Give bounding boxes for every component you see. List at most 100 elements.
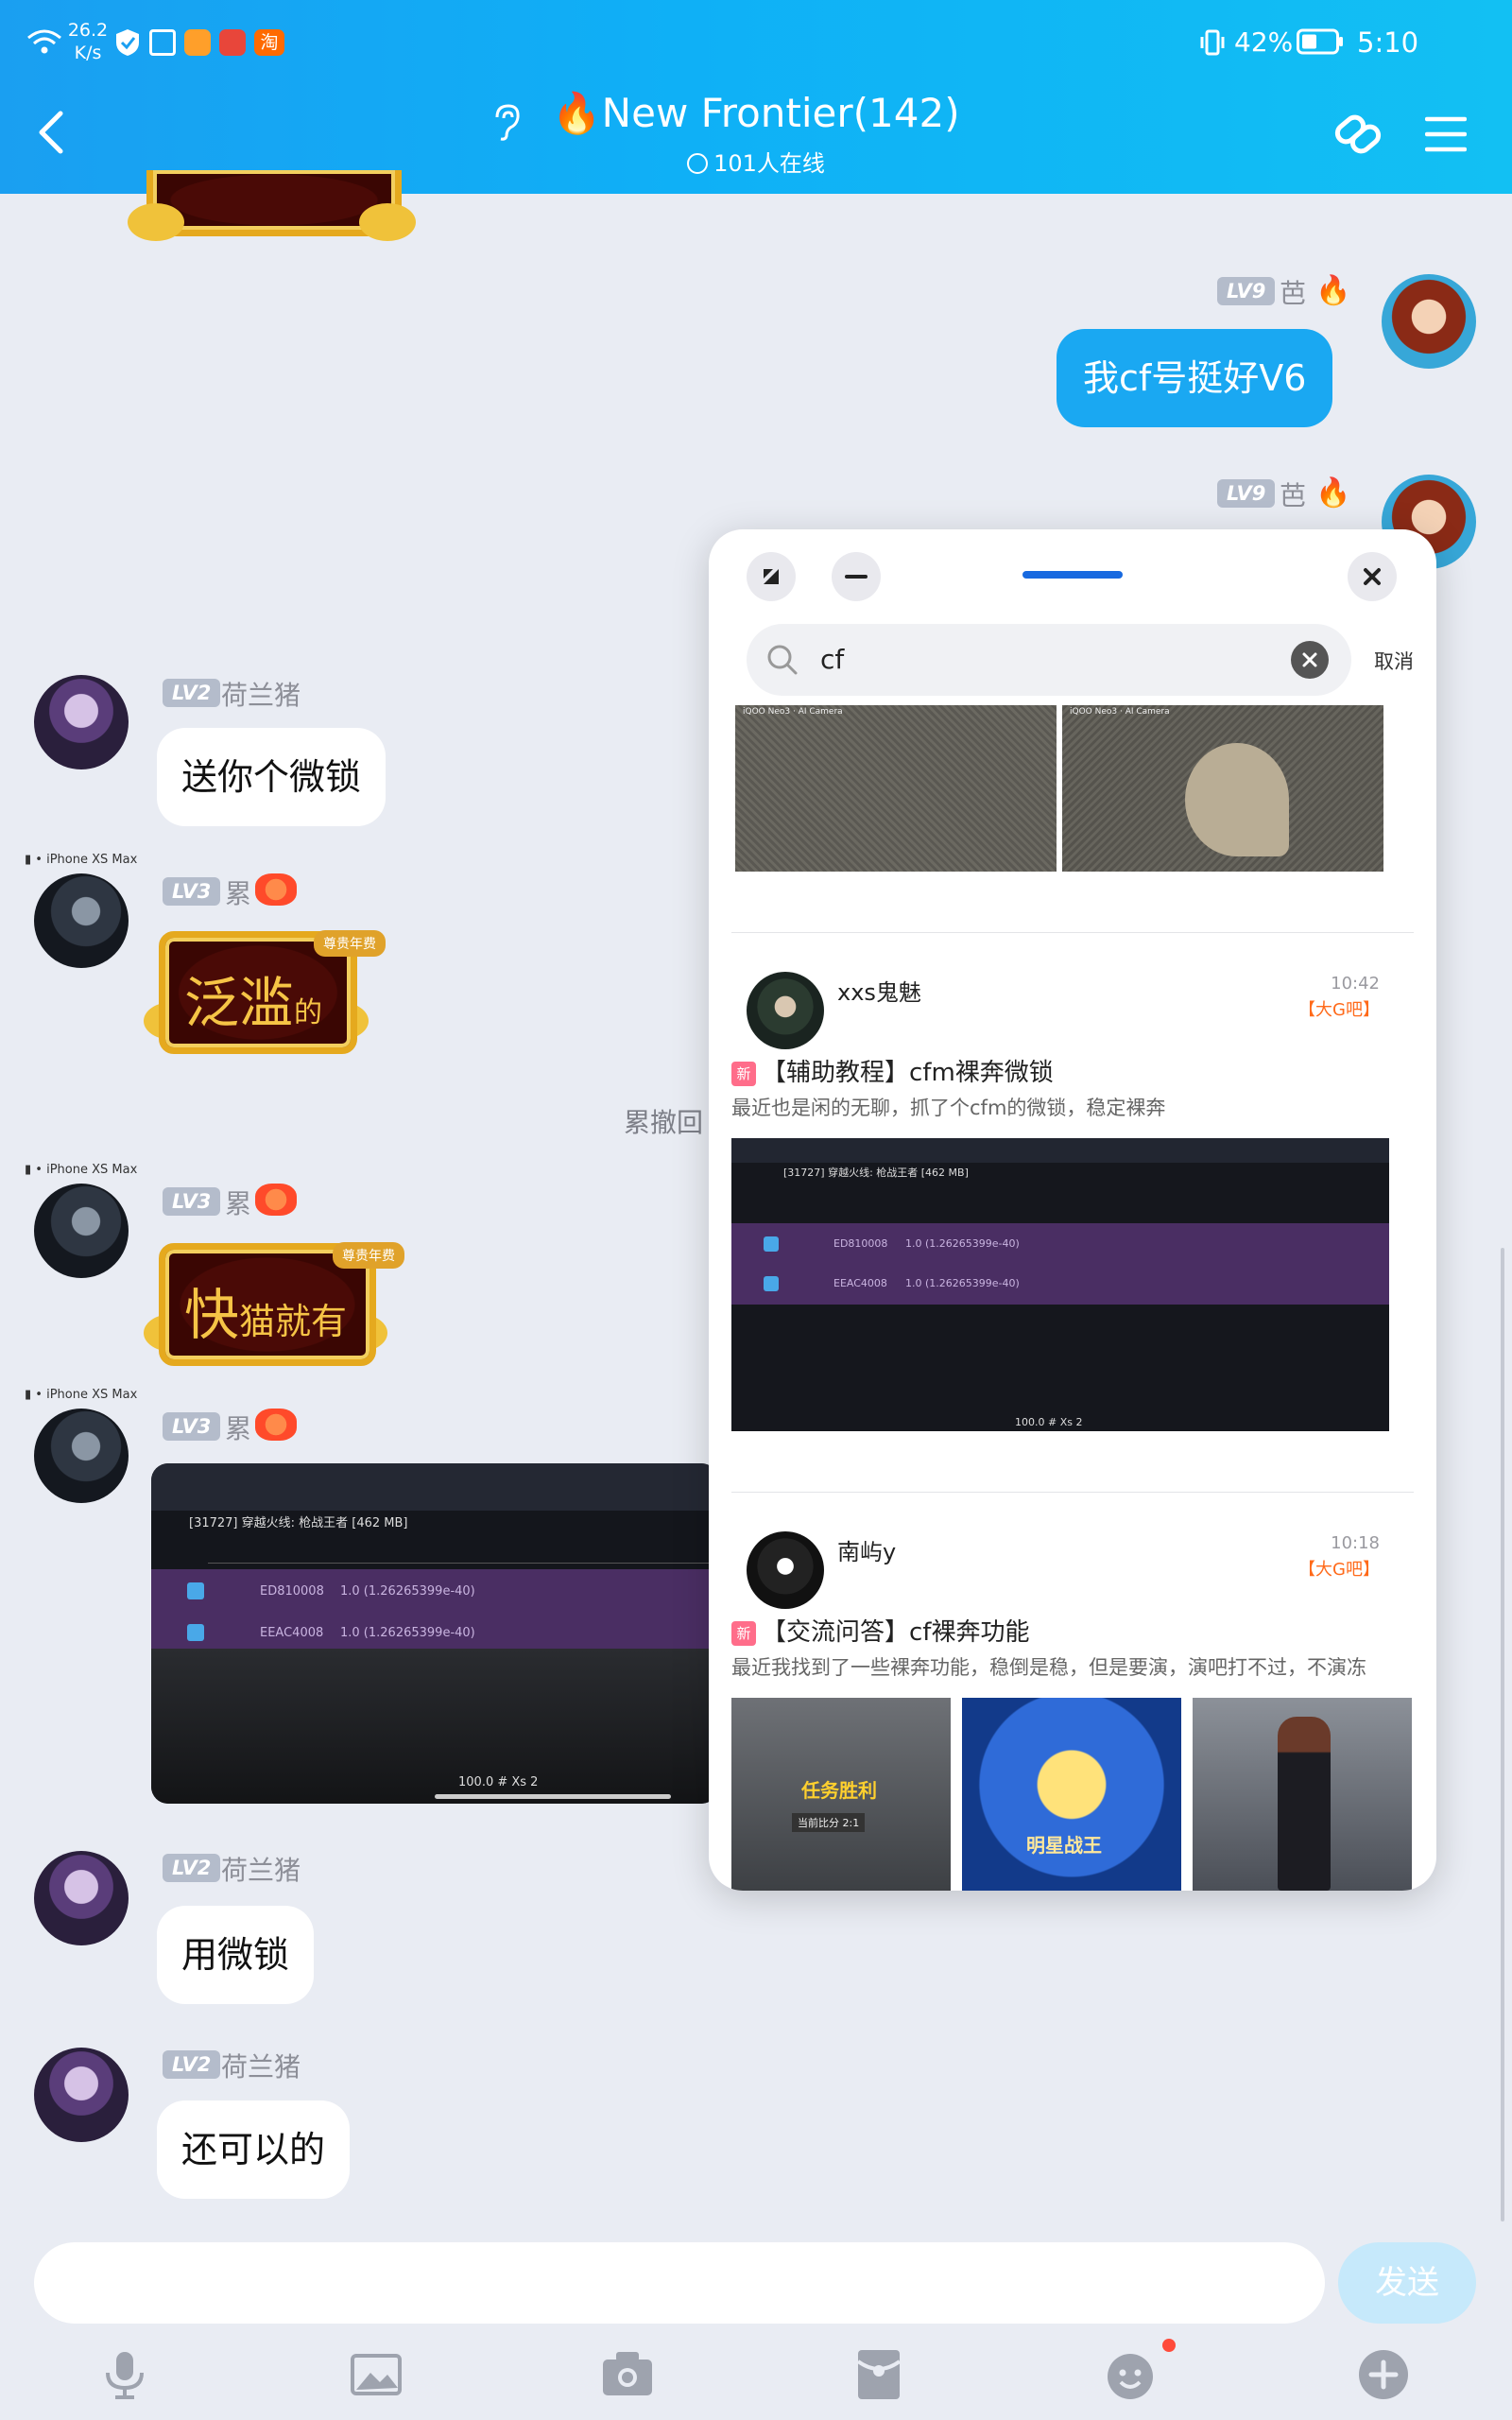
- message-input[interactable]: [34, 2242, 1325, 2324]
- network-speed: 26.2 K/s: [66, 19, 110, 64]
- device-name: iPhone XS Max: [46, 1163, 138, 1177]
- device-label: ▮ • iPhone XS Max: [25, 853, 138, 867]
- shot-toolbar: [151, 1463, 718, 1511]
- image-icon[interactable]: [348, 2346, 404, 2403]
- device-label: ▮ • iPhone XS Max: [25, 1163, 138, 1177]
- sticker-wing: [359, 203, 416, 241]
- avatar[interactable]: [34, 2048, 129, 2142]
- vip-badge-icon: [255, 873, 297, 906]
- avatar[interactable]: [34, 1851, 129, 1945]
- battery-percent: 42%: [1234, 26, 1294, 58]
- post-image[interactable]: 明星战王: [962, 1698, 1181, 1891]
- sender-name[interactable]: 芭: [1280, 475, 1306, 513]
- avatar[interactable]: [34, 1409, 129, 1503]
- checkbox-icon: [187, 1582, 204, 1599]
- new-badge: 新: [731, 1621, 756, 1646]
- post-time: 10:18: [1331, 1533, 1380, 1553]
- level-badge: LV9: [1217, 277, 1276, 305]
- post-forum-tag[interactable]: 【大G吧】: [1238, 1556, 1380, 1581]
- level-badge: LV9: [1217, 479, 1276, 508]
- gallery-icon: [149, 29, 176, 56]
- device-label: ▮ • iPhone XS Max: [25, 1388, 138, 1402]
- minimize-button[interactable]: [832, 552, 881, 601]
- shot-row: [731, 1223, 1389, 1305]
- vibrate-icon: [1198, 28, 1227, 57]
- close-window-button[interactable]: [1348, 552, 1397, 601]
- avatar[interactable]: [747, 972, 824, 1049]
- image-caption: iQOO Neo3 · AI Camera: [1070, 707, 1170, 717]
- victory-text: 任务胜利: [801, 1779, 877, 1802]
- shot-footer: 100.0 # Xs 2: [1015, 1416, 1083, 1428]
- scrollbar[interactable]: [1501, 1248, 1504, 2221]
- menu-icon[interactable]: [1424, 113, 1468, 155]
- link-icon[interactable]: [1331, 106, 1387, 163]
- new-badge: 新: [731, 1062, 756, 1086]
- sticker-text: 快: [184, 1283, 240, 1347]
- sender-name[interactable]: 累: [225, 873, 251, 911]
- shot-footer: 100.0 # Xs 2: [458, 1775, 539, 1789]
- post-image[interactable]: 任务胜利 当前比分 2:1: [731, 1698, 951, 1891]
- message-bubble[interactable]: 送你个微锁: [157, 728, 387, 826]
- sender-name[interactable]: 累: [225, 1184, 251, 1221]
- post-author[interactable]: xxs鬼魅: [837, 974, 921, 1007]
- clear-search-button[interactable]: [1291, 641, 1329, 679]
- recall-notice: 累撤回: [624, 1107, 704, 1138]
- checkbox-icon: [764, 1276, 779, 1291]
- speed-unit: K/s: [74, 43, 102, 63]
- shot-row-val: 1.0 (1.26265399e-40): [905, 1237, 1020, 1250]
- avatar[interactable]: [34, 873, 129, 968]
- sticker-text-small: 猫就有: [239, 1301, 348, 1342]
- sticker-wing: [128, 203, 184, 241]
- fire-icon: 🔥: [1315, 274, 1351, 307]
- emoji-icon[interactable]: [1102, 2346, 1159, 2403]
- post-title[interactable]: 新【交流问答】cf裸奔功能: [731, 1613, 1029, 1648]
- floating-window[interactable]: cf 取消 iQOO Neo3 · AI Camera iQOO Neo3 · …: [709, 529, 1436, 1891]
- sender-name[interactable]: 累: [225, 1409, 251, 1446]
- avatar[interactable]: [34, 1184, 129, 1278]
- check-circle-icon: [687, 153, 709, 174]
- post-author[interactable]: 南屿y: [837, 1533, 896, 1566]
- post-image[interactable]: [1193, 1698, 1412, 1891]
- drag-handle[interactable]: [1022, 571, 1123, 579]
- sender-name[interactable]: 荷兰猪: [221, 675, 301, 713]
- character-figure: [1278, 1717, 1331, 1891]
- image-message[interactable]: [31727] 穿越火线: 枪战王者 [462 MB] ED810008 1.0…: [151, 1463, 718, 1804]
- post-image[interactable]: iQOO Neo3 · AI Camera: [735, 705, 1057, 872]
- shot-title: [31727] 穿越火线: 枪战王者 [462 MB]: [783, 1167, 969, 1179]
- sender-name[interactable]: 荷兰猪: [221, 1850, 301, 1888]
- post-title[interactable]: 新【辅助教程】cfm裸奔微锁: [731, 1053, 1054, 1088]
- search-value: cf: [820, 644, 845, 675]
- group-title[interactable]: 🔥New Frontier(142): [0, 90, 1512, 137]
- send-button[interactable]: 发送: [1338, 2242, 1476, 2324]
- post-title-text: 【交流问答】cf裸奔功能: [762, 1618, 1030, 1647]
- camera-icon[interactable]: [599, 2346, 656, 2403]
- rank-text: 明星战王: [1026, 1834, 1102, 1857]
- wifi-icon: [26, 28, 62, 57]
- search-input[interactable]: cf: [820, 639, 1255, 681]
- cancel-button[interactable]: 取消: [1374, 647, 1414, 675]
- level-badge: LV3: [163, 1187, 221, 1216]
- search-icon: [765, 643, 799, 677]
- clock: 5:10: [1357, 26, 1419, 59]
- search-box[interactable]: cf: [747, 624, 1351, 696]
- avatar[interactable]: [747, 1531, 824, 1609]
- sender-name[interactable]: 芭: [1280, 273, 1306, 311]
- shot-row-val: 1.0 (1.26265399e-40): [905, 1277, 1020, 1289]
- message-bubble[interactable]: 还可以的: [157, 2100, 351, 2199]
- level-badge: LV2: [163, 1854, 221, 1882]
- post-image[interactable]: iQOO Neo3 · AI Camera: [1062, 705, 1383, 872]
- message-bubble[interactable]: 我cf号挺好V6: [1057, 329, 1333, 427]
- avatar[interactable]: [1382, 274, 1476, 369]
- level-badge: LV3: [163, 877, 221, 906]
- red-packet-icon[interactable]: [850, 2346, 907, 2403]
- image-caption: iQOO Neo3 · AI Camera: [743, 707, 843, 717]
- sender-name[interactable]: 荷兰猪: [221, 2047, 301, 2084]
- post-image[interactable]: [31727] 穿越火线: 枪战王者 [462 MB] ED810008 1.0…: [731, 1138, 1389, 1431]
- message-bubble[interactable]: 用微锁: [157, 1906, 315, 2004]
- resize-button[interactable]: [747, 552, 796, 601]
- avatar[interactable]: [34, 675, 129, 769]
- device-name: iPhone XS Max: [46, 1388, 138, 1402]
- microphone-icon[interactable]: [96, 2346, 153, 2403]
- plus-icon[interactable]: [1355, 2346, 1412, 2403]
- post-forum-tag[interactable]: 【大G吧】: [1238, 996, 1380, 1021]
